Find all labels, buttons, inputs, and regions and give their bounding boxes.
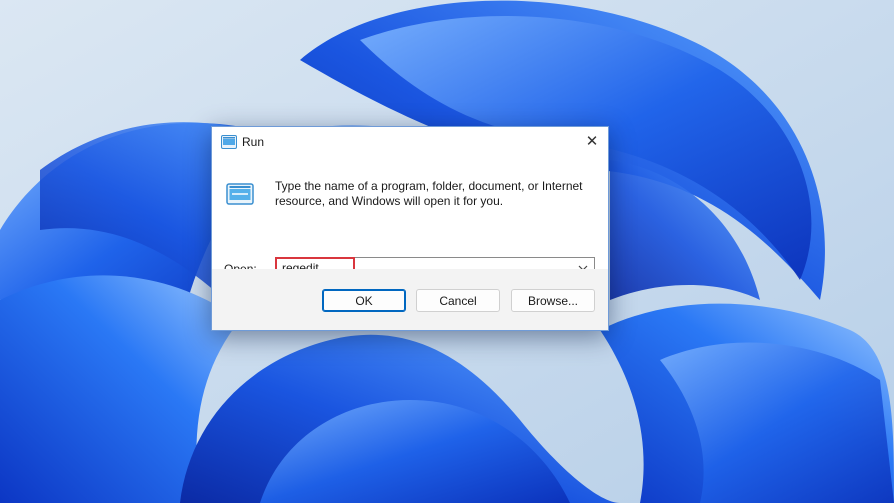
close-icon: ✕ (585, 133, 599, 150)
browse-button[interactable]: Browse... (511, 289, 595, 312)
dialog-content: Type the name of a program, folder, docu… (212, 157, 608, 279)
run-program-icon (226, 183, 254, 205)
window-title: Run (242, 135, 265, 149)
cancel-button[interactable]: Cancel (416, 289, 500, 312)
run-dialog: Run ✕ Type the name of a program, folder… (211, 126, 609, 331)
close-button[interactable]: ✕ (578, 128, 606, 156)
title-bar[interactable]: Run ✕ (212, 127, 608, 157)
run-app-icon (221, 135, 237, 149)
ok-button[interactable]: OK (322, 289, 406, 312)
dialog-description: Type the name of a program, folder, docu… (275, 179, 583, 208)
button-row: OK Cancel Browse... (212, 269, 608, 330)
